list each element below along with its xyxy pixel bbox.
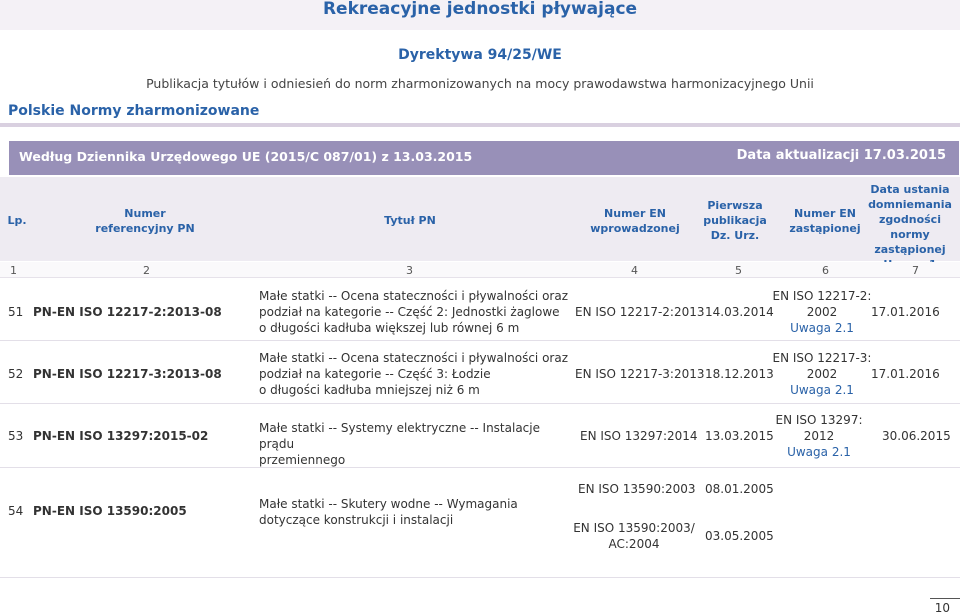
col-title: Tytuł PN (384, 214, 436, 227)
col-number: 2 (143, 264, 150, 277)
col-date-line: normy (890, 228, 930, 241)
col-pub-line: Dz. Urz. (710, 229, 760, 242)
row-en-line: AC:2004 (608, 537, 660, 551)
row-title: Małe statki -- Systemy elektryczne -- In… (259, 420, 569, 468)
row-title-line: o długości kadłuba większej lub równej 6… (259, 321, 520, 335)
row-pub: 13.03.2015 (705, 429, 774, 443)
row-replaced-line: 2012 (803, 429, 835, 443)
col-number: 5 (735, 264, 742, 277)
col-number: 6 (822, 264, 829, 277)
row-pub: 18.12.2013 (705, 367, 774, 381)
row-separator (0, 340, 960, 341)
col-number: 7 (912, 264, 919, 277)
row-replaced-line: EN ISO 12217-3: (772, 351, 872, 365)
row-pub: 08.01.2005 (705, 482, 774, 496)
row-title: Małe statki -- Ocena stateczności i pływ… (259, 350, 569, 398)
col-en: Numer EN wprowadzonej (565, 206, 705, 236)
row-replaced-line: 2002 (806, 367, 838, 381)
row-en-amendment: EN ISO 13590:2003/ AC:2004 (570, 520, 698, 552)
row-replaced: EN ISO 13297: 2012 Uwaga 2.1 (765, 412, 873, 460)
col-date: Data ustania domniemania zgodności normy… (865, 182, 955, 272)
row-separator (0, 577, 960, 578)
page-title: Rekreacyjne jednostki pływające (322, 0, 638, 19)
row-title-line: przemiennego (259, 453, 346, 467)
row-en-line: EN ISO 13590:2003/ (573, 521, 695, 535)
col-ref-line: Numer (124, 207, 166, 220)
col-en-line: Numer EN (604, 207, 666, 220)
col-ref-line: referencyjny PN (95, 222, 195, 235)
col-pub-line: publikacja (703, 214, 767, 227)
row-replaced-line: EN ISO 13297: (775, 413, 863, 427)
col-lp: Lp. (7, 214, 27, 227)
row-title-line: Małe statki -- Ocena stateczności i pływ… (259, 351, 568, 365)
col-replaced-line: zastąpionej (789, 222, 861, 235)
row-note: Uwaga 2.1 (790, 321, 854, 335)
harmonized-heading: Polskie Normy zharmonizowane (8, 103, 260, 119)
row-standard: PN-EN ISO 12217-2:2013-08 (33, 305, 222, 319)
row-pub: 03.05.2005 (705, 529, 774, 543)
publication-text: Publikacja tytułów i odniesień do norm z… (146, 76, 814, 91)
row-en: EN ISO 12217-3:2013 (575, 367, 705, 381)
row-title-line: podział na kategorie -- Część 2: Jednost… (259, 305, 560, 319)
row-title: Małe statki -- Ocena stateczności i pływ… (259, 288, 569, 336)
footer-divider (930, 598, 960, 599)
col-date-line: domniemania (868, 198, 952, 211)
row-replaced-line: 2002 (806, 305, 838, 319)
row-lp: 54 (8, 504, 24, 518)
update-date: Data aktualizacji 17.03.2015 (736, 148, 946, 163)
row-separator (0, 467, 960, 468)
row-note: Uwaga 2.1 (787, 445, 851, 459)
row-standard: PN-EN ISO 12217-3:2013-08 (33, 367, 222, 381)
directive-heading: Dyrektywa 94/25/WE (398, 47, 562, 63)
row-title-line: Małe statki -- Ocena stateczności i pływ… (259, 289, 568, 303)
col-replaced: Numer EN zastąpionej (770, 206, 880, 236)
col-pub: Pierwsza publikacja Dz. Urz. (695, 198, 775, 243)
col-number: 1 (10, 264, 17, 277)
row-pub: 14.03.2014 (705, 305, 774, 319)
row-lp: 53 (8, 429, 24, 443)
row-en: EN ISO 13590:2003 (578, 482, 696, 496)
row-replaced: EN ISO 12217-2: 2002 Uwaga 2.1 (768, 288, 876, 336)
row-replaced-line: EN ISO 12217-2: (772, 289, 872, 303)
col-number: 3 (406, 264, 413, 277)
row-standard: PN-EN ISO 13297:2015-02 (33, 429, 209, 443)
row-lp: 51 (8, 305, 24, 319)
row-note: Uwaga 2.1 (790, 383, 854, 397)
col-replaced-line: Numer EN (794, 207, 856, 220)
col-number: 4 (631, 264, 638, 277)
col-ref: Numer referencyjny PN (70, 206, 220, 236)
row-title: Małe statki -- Skutery wodne -- Wymagani… (259, 496, 569, 528)
row-date: 17.01.2016 (871, 367, 940, 381)
row-separator (0, 403, 960, 404)
row-standard: PN-EN ISO 13590:2005 (33, 504, 187, 518)
row-title-line: dotyczące konstrukcji i instalacji (259, 513, 454, 527)
col-date-line: zgodności (879, 213, 941, 226)
journal-reference: Według Dziennika Urzędowego UE (2015/C 0… (19, 149, 473, 164)
row-title-line: o długości kadłuba mniejszej niż 6 m (259, 383, 480, 397)
row-en: EN ISO 12217-2:2013 (575, 305, 705, 319)
col-date-line: zastąpionej (874, 243, 946, 256)
row-lp: 52 (8, 367, 24, 381)
row-replaced: EN ISO 12217-3: 2002 Uwaga 2.1 (768, 350, 876, 398)
row-date: 30.06.2015 (882, 429, 951, 443)
divider (0, 123, 960, 127)
col-en-line: wprowadzonej (590, 222, 680, 235)
row-title-line: Małe statki -- Systemy elektryczne -- In… (259, 421, 540, 451)
row-date: 17.01.2016 (871, 305, 940, 319)
col-pub-line: Pierwsza (707, 199, 763, 212)
col-date-line: Data ustania (870, 183, 950, 196)
row-title-line: podział na kategorie -- Część 3: Łodzie (259, 367, 491, 381)
page-number: 10 (934, 601, 950, 615)
row-en: EN ISO 13297:2014 (580, 429, 698, 443)
row-title-line: Małe statki -- Skutery wodne -- Wymagani… (259, 497, 518, 511)
